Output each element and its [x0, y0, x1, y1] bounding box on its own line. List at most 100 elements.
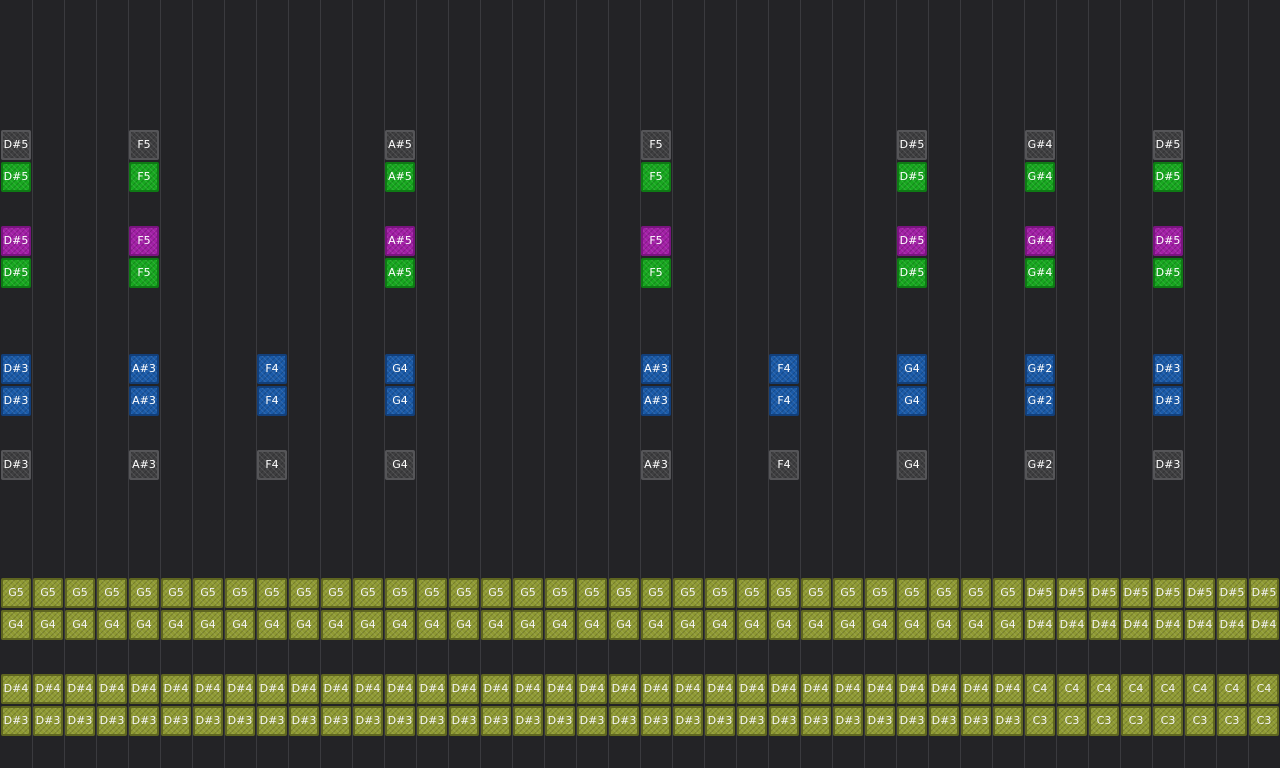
note-block[interactable]: A#3 [641, 354, 671, 384]
note-block[interactable]: G#2 [1025, 386, 1055, 416]
note-block[interactable]: D#5 [1153, 226, 1183, 256]
note-block[interactable]: D#5 [1153, 130, 1183, 160]
bass-note-block[interactable]: G4 [577, 610, 607, 640]
note-block[interactable]: D#5 [1, 226, 31, 256]
bass-note-block[interactable]: D#4 [641, 674, 671, 704]
bass-note-block[interactable]: G5 [929, 578, 959, 608]
bass-note-block[interactable]: C4 [1185, 674, 1215, 704]
bass-note-block[interactable]: G5 [865, 578, 895, 608]
note-block[interactable]: F5 [129, 226, 159, 256]
bass-note-block[interactable]: D#4 [545, 674, 575, 704]
bass-note-block[interactable]: D#3 [641, 706, 671, 736]
bass-note-block[interactable]: D#4 [897, 674, 927, 704]
bass-note-block[interactable]: C3 [1249, 706, 1279, 736]
bass-note-block[interactable]: D#4 [33, 674, 63, 704]
bass-note-block[interactable]: D#3 [577, 706, 607, 736]
bass-note-block[interactable]: D#3 [193, 706, 223, 736]
note-block[interactable]: A#3 [129, 450, 159, 480]
bass-note-block[interactable]: G4 [865, 610, 895, 640]
bass-note-block[interactable]: D#3 [225, 706, 255, 736]
note-block[interactable]: D#5 [897, 258, 927, 288]
note-block[interactable]: G4 [385, 450, 415, 480]
bass-note-block[interactable]: C4 [1217, 674, 1247, 704]
bass-note-block[interactable]: C3 [1185, 706, 1215, 736]
bass-note-block[interactable]: D#3 [1, 706, 31, 736]
note-block[interactable]: F4 [769, 450, 799, 480]
bass-note-block[interactable]: G4 [513, 610, 543, 640]
bass-note-block[interactable]: D#4 [737, 674, 767, 704]
bass-note-block[interactable]: D#4 [1089, 610, 1119, 640]
note-block[interactable]: G#4 [1025, 162, 1055, 192]
bass-note-block[interactable]: D#3 [353, 706, 383, 736]
bass-note-block[interactable]: C4 [1057, 674, 1087, 704]
bass-note-block[interactable]: D#4 [865, 674, 895, 704]
bass-note-block[interactable]: G5 [321, 578, 351, 608]
bass-note-block[interactable]: D#3 [609, 706, 639, 736]
note-block[interactable]: F4 [257, 386, 287, 416]
bass-note-block[interactable]: G5 [417, 578, 447, 608]
bass-note-block[interactable]: D#4 [1, 674, 31, 704]
note-block[interactable]: G#4 [1025, 130, 1055, 160]
note-block[interactable]: F4 [257, 354, 287, 384]
bass-note-block[interactable]: G4 [193, 610, 223, 640]
bass-note-block[interactable]: D#3 [737, 706, 767, 736]
bass-note-block[interactable]: D#5 [1121, 578, 1151, 608]
bass-note-block[interactable]: G5 [97, 578, 127, 608]
note-block[interactable]: A#3 [641, 450, 671, 480]
bass-note-block[interactable]: D#3 [417, 706, 447, 736]
bass-note-block[interactable]: D#3 [769, 706, 799, 736]
bass-note-block[interactable]: G4 [705, 610, 735, 640]
bass-note-block[interactable]: D#3 [33, 706, 63, 736]
bass-note-block[interactable]: G5 [833, 578, 863, 608]
bass-note-block[interactable]: D#3 [65, 706, 95, 736]
note-block[interactable]: F4 [769, 386, 799, 416]
bass-note-block[interactable]: G5 [897, 578, 927, 608]
bass-note-block[interactable]: G4 [289, 610, 319, 640]
bass-note-block[interactable]: D#4 [961, 674, 991, 704]
note-block[interactable]: D#5 [897, 130, 927, 160]
bass-note-block[interactable]: D#3 [897, 706, 927, 736]
note-block[interactable]: G4 [897, 450, 927, 480]
bass-note-block[interactable]: G4 [545, 610, 575, 640]
bass-note-block[interactable]: G4 [897, 610, 927, 640]
note-block[interactable]: D#3 [1153, 386, 1183, 416]
note-block[interactable]: G4 [385, 386, 415, 416]
bass-note-block[interactable]: G4 [961, 610, 991, 640]
note-block[interactable]: G#2 [1025, 450, 1055, 480]
bass-note-block[interactable]: G4 [417, 610, 447, 640]
bass-note-block[interactable]: C4 [1089, 674, 1119, 704]
bass-note-block[interactable]: D#3 [673, 706, 703, 736]
bass-note-block[interactable]: G5 [737, 578, 767, 608]
bass-note-block[interactable]: D#4 [225, 674, 255, 704]
bass-note-block[interactable]: D#3 [929, 706, 959, 736]
bass-note-block[interactable]: G5 [385, 578, 415, 608]
bass-note-block[interactable]: G5 [545, 578, 575, 608]
bass-note-block[interactable]: C4 [1153, 674, 1183, 704]
bass-note-block[interactable]: G5 [289, 578, 319, 608]
bass-note-block[interactable]: G5 [801, 578, 831, 608]
bass-note-block[interactable]: D#3 [513, 706, 543, 736]
bass-note-block[interactable]: G4 [225, 610, 255, 640]
bass-note-block[interactable]: G4 [449, 610, 479, 640]
bass-note-block[interactable]: D#3 [385, 706, 415, 736]
bass-note-block[interactable]: D#4 [257, 674, 287, 704]
bass-note-block[interactable]: D#4 [1057, 610, 1087, 640]
note-block[interactable]: G#4 [1025, 258, 1055, 288]
bass-note-block[interactable]: C4 [1025, 674, 1055, 704]
note-block[interactable]: D#3 [1153, 354, 1183, 384]
note-block[interactable]: F5 [641, 130, 671, 160]
bass-note-block[interactable]: D#3 [129, 706, 159, 736]
note-block[interactable]: D#3 [1, 354, 31, 384]
bass-note-block[interactable]: D#4 [993, 674, 1023, 704]
bass-note-block[interactable]: D#4 [353, 674, 383, 704]
bass-note-block[interactable]: D#4 [1217, 610, 1247, 640]
bass-note-block[interactable]: D#4 [97, 674, 127, 704]
note-block[interactable]: D#5 [1, 162, 31, 192]
bass-note-block[interactable]: D#4 [801, 674, 831, 704]
bass-note-block[interactable]: D#5 [1217, 578, 1247, 608]
bass-note-block[interactable]: G4 [33, 610, 63, 640]
bass-note-block[interactable]: D#4 [417, 674, 447, 704]
bass-note-block[interactable]: C4 [1249, 674, 1279, 704]
bass-note-block[interactable]: G4 [769, 610, 799, 640]
bass-note-block[interactable]: D#4 [289, 674, 319, 704]
